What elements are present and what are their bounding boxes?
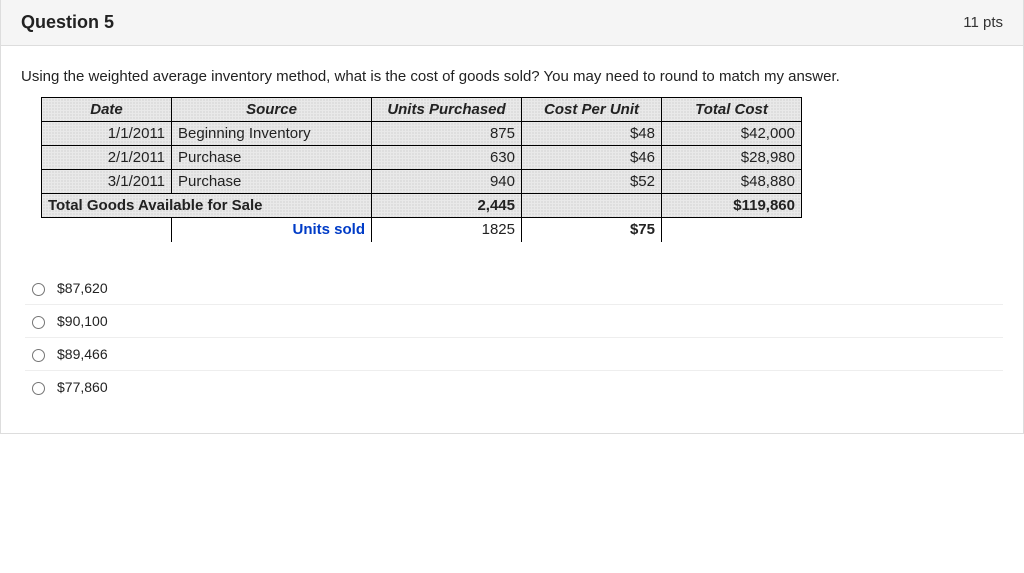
totals-total: $119,860 xyxy=(662,194,802,218)
col-header-source: Source xyxy=(172,98,372,122)
col-header-units: Units Purchased xyxy=(372,98,522,122)
col-header-total: Total Cost xyxy=(662,98,802,122)
answer-option[interactable]: $90,100 xyxy=(25,305,1003,338)
units-sold-label: Units sold xyxy=(172,218,372,242)
answer-option[interactable]: $87,620 xyxy=(25,272,1003,305)
table-sold-row: Units sold 1825 $75 xyxy=(42,218,802,242)
cell-source: Purchase xyxy=(172,170,372,194)
cell-total: $42,000 xyxy=(662,122,802,146)
answer-label: $90,100 xyxy=(57,313,108,329)
cell-source: Purchase xyxy=(172,146,372,170)
cell-date: 2/1/2011 xyxy=(42,146,172,170)
question-title: Question 5 xyxy=(21,12,114,33)
cell-date: 3/1/2011 xyxy=(42,170,172,194)
units-sold-price: $75 xyxy=(522,218,662,242)
cell-source: Beginning Inventory xyxy=(172,122,372,146)
question-points: 11 pts xyxy=(963,14,1003,31)
data-table-wrap: Date Source Units Purchased Cost Per Uni… xyxy=(41,97,1003,242)
question-prompt: Using the weighted average inventory met… xyxy=(21,68,1003,85)
answer-label: $89,466 xyxy=(57,346,108,362)
table-row: 3/1/2011 Purchase 940 $52 $48,880 xyxy=(42,170,802,194)
answer-label: $87,620 xyxy=(57,280,108,296)
units-sold-value: 1825 xyxy=(372,218,522,242)
table-totals-row: Total Goods Available for Sale 2,445 $11… xyxy=(42,194,802,218)
cell-date: 1/1/2011 xyxy=(42,122,172,146)
answer-label: $77,860 xyxy=(57,379,108,395)
answer-options: $87,620 $90,100 $89,466 $77,860 xyxy=(25,272,1003,403)
answer-option[interactable]: $77,860 xyxy=(25,371,1003,403)
col-header-cpu: Cost Per Unit xyxy=(522,98,662,122)
answer-radio[interactable] xyxy=(32,349,45,362)
col-header-date: Date xyxy=(42,98,172,122)
totals-cpu xyxy=(522,194,662,218)
question-body: Using the weighted average inventory met… xyxy=(1,46,1023,413)
cell-total: $48,880 xyxy=(662,170,802,194)
cell-units: 630 xyxy=(372,146,522,170)
totals-label: Total Goods Available for Sale xyxy=(42,194,372,218)
answer-radio[interactable] xyxy=(32,316,45,329)
cell-units: 940 xyxy=(372,170,522,194)
question-header: Question 5 11 pts xyxy=(1,0,1023,46)
table-header-row: Date Source Units Purchased Cost Per Uni… xyxy=(42,98,802,122)
question-container: Question 5 11 pts Using the weighted ave… xyxy=(0,0,1024,434)
cell-cpu: $46 xyxy=(522,146,662,170)
answer-radio[interactable] xyxy=(32,382,45,395)
inventory-table: Date Source Units Purchased Cost Per Uni… xyxy=(41,97,802,242)
cell-cpu: $48 xyxy=(522,122,662,146)
cell-units: 875 xyxy=(372,122,522,146)
cell-cpu: $52 xyxy=(522,170,662,194)
totals-units: 2,445 xyxy=(372,194,522,218)
table-row: 2/1/2011 Purchase 630 $46 $28,980 xyxy=(42,146,802,170)
table-row: 1/1/2011 Beginning Inventory 875 $48 $42… xyxy=(42,122,802,146)
answer-radio[interactable] xyxy=(32,283,45,296)
answer-option[interactable]: $89,466 xyxy=(25,338,1003,371)
cell-total: $28,980 xyxy=(662,146,802,170)
